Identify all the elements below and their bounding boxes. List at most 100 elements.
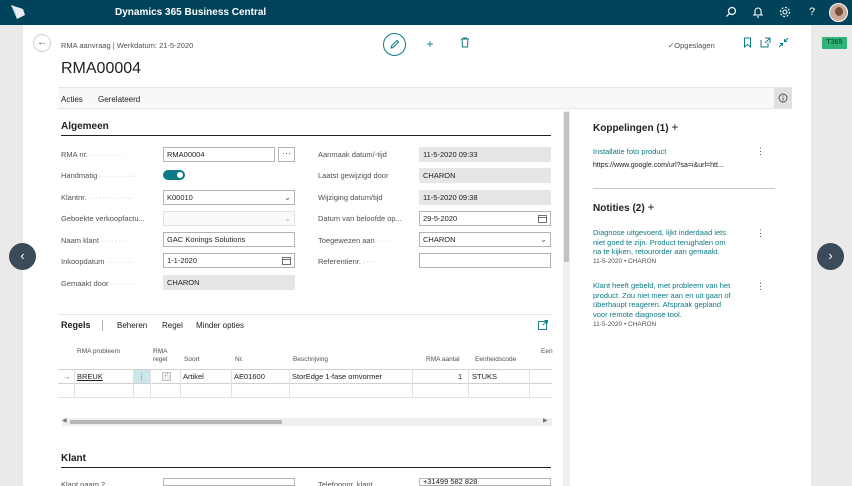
col-rma-problem[interactable]: RMA probleem <box>77 348 132 356</box>
previous-record-button[interactable]: ‹ <box>9 243 36 270</box>
manual-label: Handmatig ··········· <box>61 171 138 180</box>
saved-status: ✓Opgeslagen <box>668 41 715 50</box>
no-cell[interactable]: AE01600 <box>234 370 265 383</box>
quantity-cell[interactable]: 1 <box>458 370 462 383</box>
col-unit-code[interactable]: Eenheidscode <box>475 356 516 364</box>
created-datetime-field: 11-5-2020 09:33 <box>419 147 551 162</box>
customer-section-title[interactable]: Klant <box>61 453 86 464</box>
scroll-left-icon[interactable]: ◀ <box>62 415 67 428</box>
related-menu[interactable]: Gerelateerd <box>98 95 140 104</box>
search-icon[interactable] <box>724 5 738 19</box>
manage-tab[interactable]: Beheren <box>117 321 147 330</box>
customer-no-field[interactable]: K00010 ⌄ <box>163 190 295 205</box>
dynamics-logo-icon[interactable] <box>8 2 28 22</box>
open-new-window-icon[interactable] <box>758 37 772 51</box>
customer-phone-field[interactable]: +31499 582 828 <box>419 478 551 486</box>
next-record-button[interactable]: › <box>817 243 844 270</box>
row-arrow-icon: → <box>63 372 71 381</box>
link-menu-icon[interactable]: ⋮ <box>756 146 765 157</box>
chevron-down-icon: ⌄ <box>284 214 291 223</box>
calendar-icon[interactable] <box>282 254 291 267</box>
chevron-down-icon[interactable]: ⌄ <box>284 191 291 204</box>
edit-button[interactable] <box>383 33 406 56</box>
back-button[interactable]: ← <box>33 34 51 52</box>
environment-tag: T365 <box>822 37 847 49</box>
assigned-to-field[interactable]: CHARON ⌄ <box>419 232 551 247</box>
scroll-thumb[interactable] <box>564 112 569 262</box>
note-meta: 11-5-2020 • CHARON <box>593 258 657 265</box>
col-separator <box>180 369 181 398</box>
manual-toggle[interactable] <box>163 170 185 180</box>
help-icon[interactable]: ? <box>805 5 819 19</box>
links-title[interactable]: Koppelingen (1) + <box>593 120 678 134</box>
lines-title[interactable]: Regels <box>61 320 91 330</box>
created-by-field: CHARON <box>163 275 295 290</box>
posted-invoice-field[interactable]: ⌄ <box>163 211 295 226</box>
customer-name-label: Naam klant ········ <box>61 236 130 245</box>
general-section-title[interactable]: Algemeen <box>61 121 109 132</box>
customer-name2-label: Klant naam 2 <box>61 480 106 486</box>
last-modified-by-field: CHARON <box>419 168 551 183</box>
scroll-thumb[interactable] <box>70 420 282 424</box>
avatar[interactable] <box>829 3 848 22</box>
collapse-icon[interactable] <box>776 37 790 51</box>
modified-datetime-field: 11-5-2020 09:38 <box>419 190 551 205</box>
col-separator <box>289 369 290 398</box>
rma-no-field[interactable]: RMA00004 <box>163 147 275 162</box>
rma-no-assist-button[interactable]: ··· <box>278 147 295 162</box>
description-cell[interactable]: StorEdge 1-fase omvormer <box>292 370 382 383</box>
line-tab[interactable]: Regel <box>162 321 183 330</box>
note-menu-icon[interactable]: ⋮ <box>756 228 765 239</box>
add-icon[interactable]: + <box>423 37 437 51</box>
customer-phone-label: Telefoonnr. klant <box>318 480 373 486</box>
bookmark-icon[interactable] <box>740 37 754 51</box>
link-name[interactable]: Installatie foto product <box>593 147 666 157</box>
expand-lines-icon[interactable] <box>538 320 548 332</box>
rma-line-checkbox[interactable]: ✓ <box>162 372 171 381</box>
col-separator <box>231 369 232 398</box>
link-url[interactable]: https://www.google.com/url?sa=i&url=htt.… <box>593 162 724 169</box>
purchase-date-label: Inkoopdatum ········ <box>61 257 135 266</box>
add-link-icon[interactable]: + <box>671 120 678 134</box>
row-menu-button[interactable]: ⋮ <box>133 370 150 383</box>
created-by-label: Gemaakt door ······· <box>61 279 136 288</box>
col-separator <box>468 369 469 398</box>
created-datetime-label: Aanmaak datum/-tijd <box>318 150 387 159</box>
note-menu-icon[interactable]: ⋮ <box>756 281 765 292</box>
vertical-scrollbar[interactable] <box>563 110 570 486</box>
col-truncated[interactable]: Een <box>541 348 553 356</box>
app-title[interactable]: Dynamics 365 Business Central <box>115 7 266 18</box>
customer-no-label: Klantnr. ············· <box>61 193 134 202</box>
fewer-options-tab[interactable]: Minder opties <box>196 321 244 330</box>
col-rma-line[interactable]: RMA regel <box>153 348 177 364</box>
calendar-icon[interactable] <box>538 212 547 225</box>
chevron-down-icon[interactable]: ⌄ <box>540 233 547 246</box>
col-description[interactable]: Beschrijving <box>293 356 328 364</box>
reference-no-field[interactable] <box>419 253 551 268</box>
col-separator <box>412 369 413 398</box>
customer-name-field[interactable]: GAC Konings Solutions <box>163 232 295 247</box>
note-text[interactable]: Klant heeft gebeld, met probleem van het… <box>593 281 731 319</box>
notes-title[interactable]: Notities (2) + <box>593 200 654 214</box>
delete-icon[interactable] <box>458 37 472 51</box>
purchase-date-field[interactable]: 1-1-2020 <box>163 253 295 268</box>
info-pane-button[interactable] <box>774 88 792 108</box>
scroll-right-icon[interactable]: ▶ <box>543 415 548 428</box>
col-separator <box>529 369 530 398</box>
bell-icon[interactable] <box>751 5 765 19</box>
type-cell[interactable]: Artikel <box>183 370 204 383</box>
top-bar: Dynamics 365 Business Central ? <box>0 0 852 25</box>
customer-name2-field[interactable] <box>163 478 295 486</box>
gear-icon[interactable] <box>778 5 792 19</box>
col-no[interactable]: Nr. <box>235 356 243 364</box>
col-type[interactable]: Soort <box>184 356 200 364</box>
unit-code-cell[interactable]: STUKS <box>472 370 497 383</box>
add-note-icon[interactable]: + <box>647 200 654 214</box>
promised-date-field[interactable]: 29-5-2020 <box>419 211 551 226</box>
actions-menu[interactable]: Acties <box>61 95 83 104</box>
horizontal-scrollbar[interactable]: ◀ ▶ <box>62 418 552 426</box>
rma-problem-cell[interactable]: BREUK <box>77 370 103 383</box>
col-rma-quantity[interactable]: RMA aantal <box>426 356 460 364</box>
breadcrumb: RMA aanvraag | Werkdatum: 21-5-2020 <box>61 41 194 50</box>
note-text[interactable]: Diagnose uitgevoerd, lijkt inderdaad iet… <box>593 228 726 257</box>
